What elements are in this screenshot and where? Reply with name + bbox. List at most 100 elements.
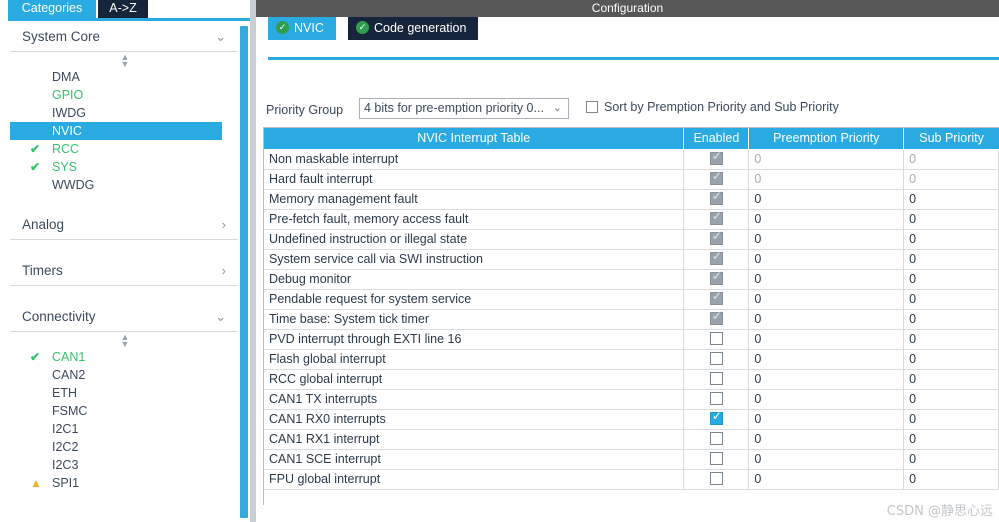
enabled-cell[interactable] <box>684 470 750 489</box>
table-row[interactable]: Hard fault interrupt 00 <box>264 169 999 190</box>
enabled-cell[interactable] <box>684 229 750 249</box>
sidebar-item-can2[interactable]: CAN2 <box>10 366 240 384</box>
preemption-priority-cell[interactable]: 0 <box>749 310 905 329</box>
preemption-priority-cell[interactable]: 0 <box>749 370 905 389</box>
sidebar-item-nvic[interactable]: NVIC <box>10 122 222 140</box>
sub-priority-cell[interactable]: 0 <box>904 230 999 249</box>
sub-priority-cell[interactable]: 0 <box>904 450 999 469</box>
enabled-cell[interactable] <box>684 390 750 409</box>
enabled-checkbox[interactable] <box>709 409 723 425</box>
checkbox-sort-by-preemption[interactable]: Sort by Premption Priority and Sub Prior… <box>586 100 839 114</box>
sub-priority-cell[interactable]: 0 <box>904 290 999 309</box>
sub-priority-cell[interactable]: 0 <box>904 310 999 329</box>
column-header-sub-priority[interactable]: Sub Priority <box>904 128 999 149</box>
enabled-checkbox[interactable] <box>709 269 723 285</box>
sidebar-item-spi1[interactable]: ▲ SPI1 <box>10 474 240 492</box>
enabled-checkbox[interactable] <box>709 452 723 465</box>
enabled-checkbox[interactable] <box>709 209 723 225</box>
sidebar-scrollbar-thumb[interactable] <box>240 26 248 518</box>
table-row[interactable]: CAN1 RX1 interrupt 0 0 <box>264 430 999 450</box>
enabled-checkbox[interactable] <box>709 229 723 245</box>
enabled-cell[interactable] <box>684 269 750 289</box>
enabled-cell[interactable] <box>684 249 750 269</box>
table-row[interactable]: CAN1 SCE interrupt 0 0 <box>264 450 999 470</box>
table-row[interactable]: CAN1 RX0 interrupts 00 <box>264 409 999 430</box>
scroll-spinner-connectivity[interactable]: ▲ ▼ <box>10 332 240 349</box>
group-header-timers[interactable]: Timers › <box>10 256 240 286</box>
group-header-system-core[interactable]: System Core ⌄ <box>10 22 240 52</box>
sidebar-item-dma[interactable]: DMA <box>10 68 240 86</box>
sub-priority-cell[interactable]: 0 <box>904 150 999 169</box>
priority-group-select[interactable]: 4 bits for pre-emption priority 0... ⌄ <box>359 98 569 119</box>
enabled-cell[interactable] <box>684 350 750 369</box>
table-row[interactable]: Undefined instruction or illegal state 00 <box>264 229 999 250</box>
sub-priority-cell[interactable]: 0 <box>904 170 999 189</box>
table-row[interactable]: RCC global interrupt 0 0 <box>264 370 999 390</box>
sub-priority-cell[interactable]: 0 <box>904 190 999 209</box>
table-row[interactable]: Time base: System tick timer 00 <box>264 309 999 330</box>
table-row[interactable]: Debug monitor 00 <box>264 269 999 290</box>
tab-code-generation[interactable]: ✓ Code generation <box>348 17 479 40</box>
sidebar-item-eth[interactable]: ETH <box>10 384 240 402</box>
enabled-checkbox[interactable] <box>709 352 723 365</box>
preemption-priority-cell[interactable]: 0 <box>749 350 905 369</box>
sidebar-item-wwdg[interactable]: WWDG <box>10 176 240 194</box>
table-row[interactable]: CAN1 TX interrupts 0 0 <box>264 390 999 410</box>
enabled-cell[interactable] <box>684 189 750 209</box>
table-row[interactable]: System service call via SWI instruction 0… <box>264 249 999 270</box>
table-row[interactable]: FPU global interrupt 0 0 <box>264 470 999 490</box>
preemption-priority-cell[interactable]: 0 <box>749 170 905 189</box>
enabled-cell[interactable] <box>684 450 750 469</box>
sub-priority-cell[interactable]: 0 <box>904 390 999 409</box>
sub-priority-cell[interactable]: 0 <box>904 370 999 389</box>
enabled-cell[interactable] <box>684 209 750 229</box>
preemption-priority-cell[interactable]: 0 <box>749 250 905 269</box>
sidebar-item-sys[interactable]: ✔ SYS <box>10 158 240 176</box>
sub-priority-cell[interactable]: 0 <box>904 470 999 489</box>
enabled-checkbox[interactable] <box>709 432 723 445</box>
tab-categories[interactable]: Categories <box>8 0 96 18</box>
table-row[interactable]: Flash global interrupt 0 0 <box>264 350 999 370</box>
enabled-cell[interactable] <box>684 430 750 449</box>
group-header-connectivity[interactable]: Connectivity ⌄ <box>10 302 240 332</box>
enabled-checkbox[interactable] <box>709 472 723 485</box>
preemption-priority-cell[interactable]: 0 <box>749 410 905 429</box>
sub-priority-cell[interactable]: 0 <box>904 270 999 289</box>
sub-priority-cell[interactable]: 0 <box>904 210 999 229</box>
enabled-checkbox[interactable] <box>709 392 723 405</box>
sub-priority-cell[interactable]: 0 <box>904 430 999 449</box>
sidebar-item-iwdg[interactable]: IWDG <box>10 104 240 122</box>
sidebar-item-i2c3[interactable]: I2C3 <box>10 456 240 474</box>
sub-priority-cell[interactable]: 0 <box>904 250 999 269</box>
table-row[interactable]: PVD interrupt through EXTI line 16 0 0 <box>264 330 999 350</box>
preemption-priority-cell[interactable]: 0 <box>749 210 905 229</box>
sidebar-item-rcc[interactable]: ✔ RCC <box>10 140 240 158</box>
preemption-priority-cell[interactable]: 0 <box>749 150 905 169</box>
sub-priority-cell[interactable]: 0 <box>904 330 999 349</box>
preemption-priority-cell[interactable]: 0 <box>749 430 905 449</box>
preemption-priority-cell[interactable]: 0 <box>749 450 905 469</box>
preemption-priority-cell[interactable]: 0 <box>749 230 905 249</box>
sidebar-item-can1[interactable]: ✔ CAN1 <box>10 348 240 366</box>
enabled-cell[interactable] <box>684 370 750 389</box>
sidebar-item-gpio[interactable]: GPIO <box>10 86 240 104</box>
scroll-spinner-system-core[interactable]: ▲ ▼ <box>10 52 240 69</box>
enabled-checkbox[interactable] <box>709 249 723 265</box>
sub-priority-cell[interactable]: 0 <box>904 410 999 429</box>
table-row[interactable]: Pre-fetch fault, memory access fault 00 <box>264 209 999 230</box>
enabled-checkbox[interactable] <box>709 372 723 385</box>
enabled-cell[interactable] <box>684 409 750 429</box>
enabled-checkbox[interactable] <box>709 169 723 185</box>
column-header-enabled[interactable]: Enabled <box>684 128 750 149</box>
sidebar-item-i2c1[interactable]: I2C1 <box>10 420 240 438</box>
sub-priority-cell[interactable]: 0 <box>904 350 999 369</box>
group-header-analog[interactable]: Analog › <box>10 210 240 240</box>
table-row[interactable]: Non maskable interrupt 00 <box>264 149 999 170</box>
preemption-priority-cell[interactable]: 0 <box>749 190 905 209</box>
tab-nvic[interactable]: ✓ NVIC <box>268 17 336 40</box>
column-header-preemption-priority[interactable]: Preemption Priority <box>749 128 905 149</box>
enabled-checkbox[interactable] <box>709 332 723 345</box>
enabled-cell[interactable] <box>684 330 750 349</box>
enabled-cell[interactable] <box>684 169 750 189</box>
tab-a-to-z[interactable]: A->Z <box>98 0 148 18</box>
